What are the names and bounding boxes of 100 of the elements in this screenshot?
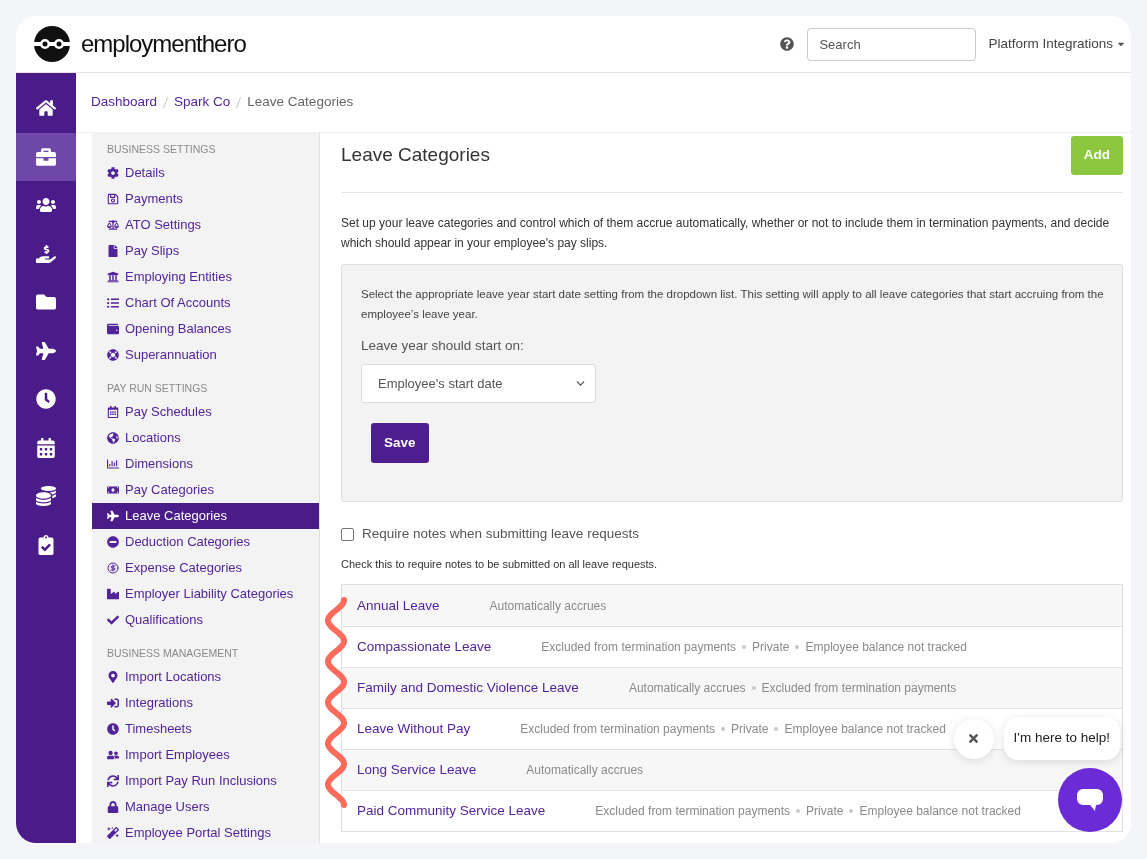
sidebar-item[interactable]: Locations	[92, 425, 319, 451]
category-link[interactable]: Annual Leave	[357, 595, 440, 616]
bar-chart-icon	[107, 458, 119, 470]
bullet-icon	[774, 727, 779, 732]
calendar-icon	[36, 437, 56, 458]
category-tag: Automatically accrues	[628, 679, 746, 698]
wallet-icon	[107, 323, 119, 335]
account-menu-button[interactable]: Platform Integrations	[988, 33, 1126, 55]
bullet-icon	[795, 645, 800, 650]
category-tag: Excluded from termination payments	[595, 802, 791, 821]
globe-icon	[107, 432, 119, 444]
panel-description: Select the appropriate leave year start date setting from the dropdown list. This setting will apply to all leave categories that start accruing from the employee’s leave year.	[361, 287, 1105, 322]
sidebar-item[interactable]: Pay Schedules	[92, 399, 319, 425]
nav-rail-button[interactable]	[16, 132, 76, 181]
sidebar-heading: BUSINESS MANAGEMENT	[107, 646, 239, 662]
leave-year-select[interactable]: Employee's start date	[361, 364, 596, 403]
field-label: Leave year should start on:	[361, 338, 524, 353]
sidebar-item[interactable]: Import Locations	[92, 664, 319, 690]
category-tag: Automatically accrues	[526, 761, 644, 780]
file-icon	[107, 245, 119, 257]
clock-icon	[36, 389, 56, 410]
plane-icon	[107, 510, 119, 522]
sidebar-item[interactable]: Opening Balances	[92, 316, 319, 342]
category-link[interactable]: Paid Community Service Leave	[357, 801, 546, 822]
logo-icon	[34, 26, 70, 62]
breadcrumb-link[interactable]: Spark Co	[174, 92, 231, 113]
bullet-icon	[721, 727, 726, 732]
hand-coin-icon	[36, 243, 56, 264]
chat-message: I'm here to help!	[1003, 717, 1120, 760]
sidebar-item[interactable]: Manage Users	[92, 794, 319, 820]
sidebar-heading: PAY RUN SETTINGS	[107, 381, 208, 397]
breadcrumb-link[interactable]: Dashboard	[91, 92, 158, 113]
sidebar-item[interactable]: Details	[92, 160, 319, 186]
sidebar-item[interactable]: Expense Categories	[92, 555, 319, 581]
sidebar-item[interactable]: Qualifications	[92, 607, 319, 633]
sidebar-item[interactable]: Payments	[92, 186, 319, 212]
help-icon[interactable]	[780, 37, 795, 51]
sidebar-item[interactable]: Dimensions	[92, 451, 319, 477]
sidebar-item[interactable]: Leave Categories	[92, 503, 319, 529]
category-tag: Private	[752, 638, 790, 657]
bullet-icon	[849, 809, 854, 814]
search-field[interactable]: Search	[807, 27, 977, 61]
breadcrumb-current: Leave Categories	[247, 93, 354, 112]
home-icon	[36, 98, 56, 119]
bank-icon	[107, 271, 119, 283]
sidebar-item[interactable]: Employee Portal Settings	[92, 820, 319, 843]
sidebar-item[interactable]: Integrations	[92, 690, 319, 716]
bullet-icon	[742, 645, 747, 650]
category-tag: Automatically accrues	[489, 596, 607, 615]
sidebar-item[interactable]: Pay Slips	[92, 238, 319, 264]
category-tag: Employee balance not tracked	[784, 720, 946, 739]
close-icon	[967, 732, 981, 745]
briefcase-icon	[36, 146, 56, 167]
sidebar-heading: BUSINESS SETTINGS	[107, 142, 216, 158]
bullet-icon	[796, 809, 801, 814]
category-tag: Employee balance not tracked	[859, 802, 1021, 821]
arrow-in-icon	[107, 697, 119, 709]
category-link[interactable]: Long Service Leave	[357, 760, 477, 781]
gear-icon	[107, 167, 119, 179]
banknote-icon	[107, 484, 119, 496]
sidebar-item[interactable]: ATO Settings	[92, 212, 319, 238]
sidebar-item[interactable]: Employer Liability Categories	[92, 581, 319, 607]
category-tag: Employee balance not tracked	[805, 638, 967, 657]
list-icon	[107, 297, 119, 309]
chat-icon	[1076, 787, 1104, 813]
save-button[interactable]: Save	[371, 423, 429, 463]
require-notes-checkbox[interactable]	[341, 527, 354, 541]
sidebar-item[interactable]: Timesheets	[92, 716, 319, 742]
category-tag: Excluded from termination payments	[761, 679, 957, 698]
checkbox-hint: Check this to require notes to be submitted on all leave requests.	[341, 557, 659, 573]
plane-icon	[36, 340, 56, 361]
folder-icon	[36, 292, 56, 313]
sync-icon	[107, 775, 119, 787]
factory-icon	[107, 588, 119, 600]
bullet-icon	[751, 686, 756, 691]
slash-icon	[236, 96, 242, 109]
sidebar-item[interactable]: Pay Categories	[92, 477, 319, 503]
clock-icon	[107, 723, 119, 735]
map-pin-icon	[107, 671, 119, 683]
sidebar-item[interactable]: Employing Entities	[92, 264, 319, 290]
category-tag: Excluded from termination payments	[541, 638, 737, 657]
logo-wordmark: employmenthero	[81, 29, 246, 59]
category-link[interactable]: Family and Domestic Violence Leave	[357, 678, 579, 699]
clipboard-check-icon	[36, 534, 56, 555]
slash-icon	[163, 96, 169, 109]
category-link[interactable]: Leave Without Pay	[357, 719, 471, 740]
coins-icon	[36, 486, 56, 507]
category-tag: Private	[806, 802, 844, 821]
category-tag: Private	[731, 720, 769, 739]
magic-wand-icon	[107, 827, 119, 839]
sidebar-item[interactable]: Superannuation	[92, 342, 319, 368]
dollar-circle-icon	[107, 562, 119, 574]
sidebar-item[interactable]: Import Pay Run Inclusions	[92, 768, 319, 794]
sidebar-item[interactable]: Deduction Categories	[92, 529, 319, 555]
lock-icon	[107, 801, 119, 813]
people-icon	[107, 749, 119, 761]
sidebar-item[interactable]: Import Employees	[92, 742, 319, 768]
category-link[interactable]: Compassionate Leave	[357, 637, 492, 658]
sidebar-item[interactable]: Chart Of Accounts	[92, 290, 319, 316]
scales-icon	[107, 219, 119, 231]
